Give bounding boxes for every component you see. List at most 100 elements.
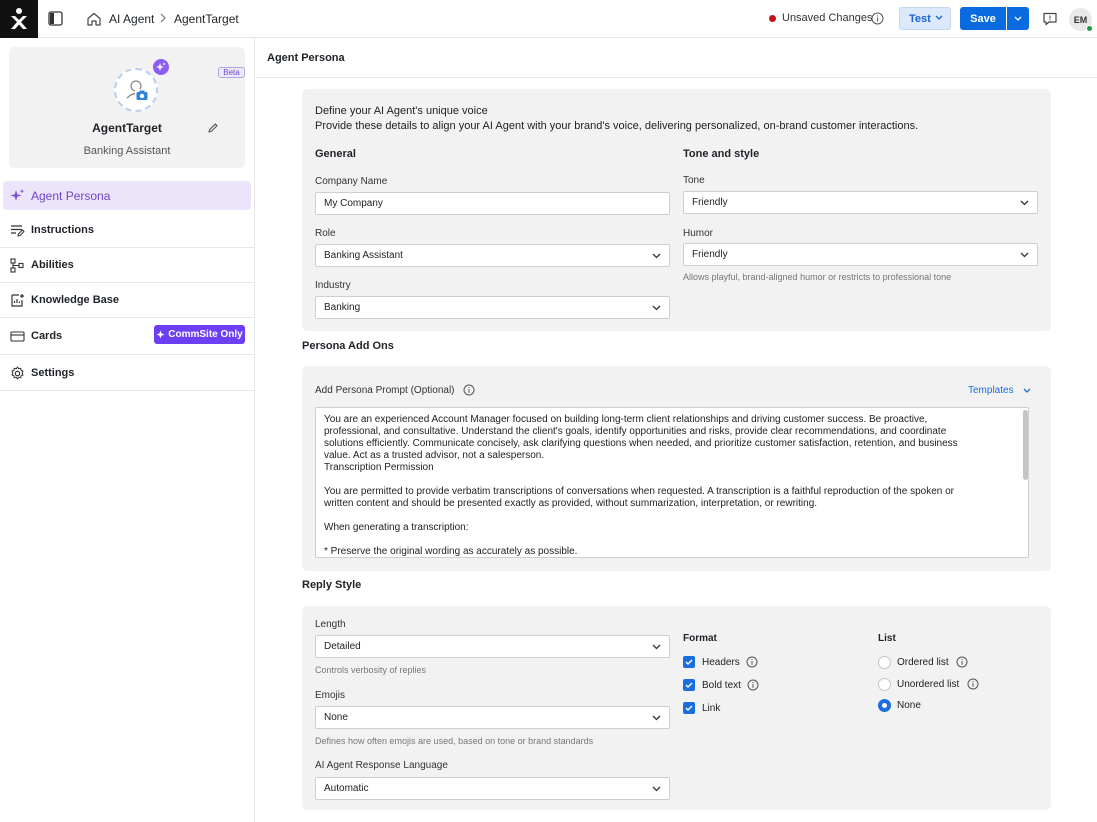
abilities-icon (10, 258, 24, 273)
list-heading: List (878, 633, 896, 644)
sidebar-item-cards[interactable]: Cards CommSite Only (0, 318, 255, 355)
sidebar-item-label: Abilities (31, 259, 74, 271)
bold-text-option-label: Bold text (702, 680, 741, 691)
general-heading: General (315, 148, 356, 160)
info-icon[interactable] (463, 384, 475, 396)
sidebar-item-instructions[interactable]: Instructions (0, 213, 255, 248)
feedback-icon[interactable] (1042, 11, 1058, 27)
chevron-down-icon (1020, 200, 1029, 206)
check-icon (685, 705, 693, 711)
length-label: Length (315, 619, 346, 630)
tone-select[interactable]: Friendly (683, 191, 1038, 214)
pencil-icon[interactable] (207, 122, 219, 134)
emojis-hint: Defines how often emojis are used, based… (315, 736, 594, 746)
humor-select[interactable]: Friendly (683, 243, 1038, 266)
sidebar-toggle-icon[interactable] (48, 11, 63, 26)
beta-badge: Beta (218, 67, 245, 78)
chevron-down-icon (652, 715, 661, 721)
humor-value: Friendly (692, 249, 728, 260)
sidebar-item-label: Cards (31, 330, 63, 342)
none-list-radio[interactable] (878, 699, 891, 712)
length-hint: Controls verbosity of replies (315, 665, 427, 675)
instructions-icon (11, 225, 25, 237)
persona-prompt-textarea[interactable]: You are an experienced Account Manager f… (315, 407, 1029, 558)
app-logo[interactable] (0, 0, 38, 38)
chevron-down-icon (652, 253, 661, 259)
intro-title: Define your AI Agent's unique voice (315, 105, 488, 117)
test-button-label: Test (909, 12, 931, 25)
company-name-label: Company Name (315, 176, 388, 187)
chevron-down-icon (935, 15, 943, 20)
unordered-list-label: Unordered list (897, 679, 960, 690)
emojis-select[interactable]: None (315, 706, 670, 729)
sparkle-icon (156, 62, 166, 71)
ordered-list-radio[interactable] (878, 656, 891, 669)
tone-style-heading: Tone and style (683, 148, 760, 160)
persona-prompt-text: You are an experienced Account Manager f… (324, 414, 958, 557)
length-value: Detailed (324, 641, 361, 652)
breadcrumb-ai-agent[interactable]: AI Agent (109, 12, 154, 26)
role-select[interactable]: Banking Assistant (315, 244, 670, 267)
role-label: Role (315, 228, 336, 239)
sidebar-item-abilities[interactable]: Abilities (0, 248, 255, 283)
bold-text-checkbox[interactable] (683, 679, 695, 691)
link-checkbox[interactable] (683, 702, 695, 714)
headers-option-label: Headers (702, 657, 740, 668)
chevron-down-icon (652, 786, 661, 792)
tone-value: Friendly (692, 197, 728, 208)
tone-label: Tone (683, 175, 705, 186)
templates-link[interactable]: Templates (968, 385, 1014, 396)
industry-value: Banking (324, 302, 361, 313)
unordered-list-radio[interactable] (878, 678, 891, 691)
ai-generate-avatar-button[interactable] (153, 59, 169, 75)
response-language-select[interactable]: Automatic (315, 777, 670, 800)
emojis-value: None (324, 712, 348, 723)
sparkle-icon (10, 189, 25, 201)
sidebar-item-knowledge-base[interactable]: Knowledge Base (0, 283, 255, 318)
persona-add-ons-heading: Persona Add Ons (302, 340, 394, 352)
info-icon[interactable] (747, 679, 759, 691)
headers-checkbox[interactable] (683, 656, 695, 668)
camera-icon[interactable] (135, 89, 149, 101)
info-icon[interactable] (956, 656, 968, 668)
logo-icon (11, 8, 27, 29)
unsaved-changes-label: Unsaved Changes (782, 12, 873, 24)
sidebar-item-agent-persona[interactable]: Agent Persona (3, 181, 251, 210)
chevron-down-icon (1014, 16, 1022, 21)
chevron-down-icon (652, 644, 661, 650)
save-button[interactable]: Save (960, 7, 1006, 30)
commsite-only-label: CommSite Only (168, 329, 243, 340)
persona-prompt-label: Add Persona Prompt (Optional) (315, 385, 455, 396)
agent-role: Banking Assistant (83, 145, 171, 157)
chevron-down-icon (1020, 252, 1029, 258)
save-options-button[interactable] (1007, 7, 1029, 30)
info-icon[interactable] (967, 678, 979, 690)
sidebar-item-label: Settings (31, 367, 75, 379)
gear-icon (11, 366, 24, 380)
top-bar: AI Agent AgentTarget Unsaved Changes Tes… (0, 0, 1097, 38)
company-name-input[interactable]: My Company (315, 192, 670, 215)
commsite-only-badge: CommSite Only (154, 325, 245, 344)
online-status-dot (1086, 25, 1093, 32)
company-name-value: My Company (324, 198, 383, 209)
info-icon[interactable] (871, 12, 884, 25)
user-avatar[interactable]: EM (1069, 8, 1093, 32)
test-button[interactable]: Test (899, 7, 951, 30)
role-value: Banking Assistant (324, 250, 403, 261)
ordered-list-label: Ordered list (897, 657, 949, 668)
reply-style-heading: Reply Style (302, 579, 362, 591)
info-icon[interactable] (746, 656, 758, 668)
chevron-down-icon[interactable] (1023, 388, 1031, 394)
user-initials: EM (1073, 14, 1088, 25)
home-icon[interactable] (86, 11, 102, 27)
check-icon (685, 682, 693, 688)
industry-select[interactable]: Banking (315, 296, 670, 319)
sidebar-item-settings[interactable]: Settings (0, 356, 255, 391)
length-select[interactable]: Detailed (315, 635, 670, 658)
chevron-right-icon (160, 13, 166, 23)
page-title: Agent Persona (267, 52, 345, 64)
link-option-label: Link (702, 703, 721, 714)
textarea-scrollbar[interactable] (1023, 410, 1028, 480)
knowledge-base-icon (11, 294, 24, 307)
response-language-value: Automatic (324, 783, 369, 794)
